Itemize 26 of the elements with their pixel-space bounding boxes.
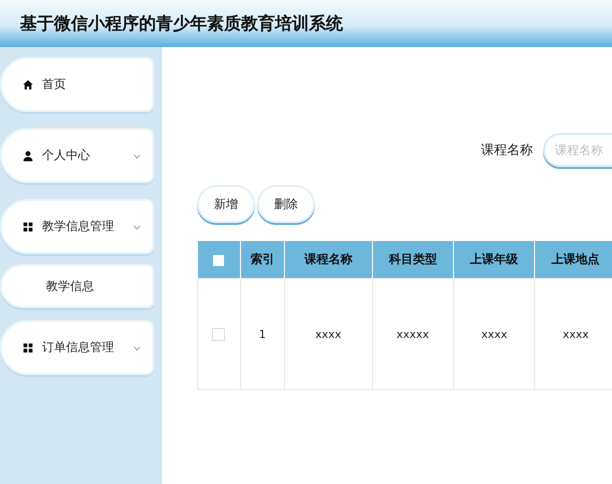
column-header[interactable]: 上课年级 bbox=[454, 241, 535, 278]
grid-icon bbox=[22, 220, 34, 232]
user-icon bbox=[22, 150, 34, 162]
menu-item[interactable]: 首页 bbox=[0, 57, 154, 112]
menu-item[interactable]: 订单信息管理 bbox=[0, 320, 154, 375]
table-cell: xxxx bbox=[454, 278, 535, 390]
table-cell: 1 bbox=[240, 278, 284, 390]
column-header[interactable]: 科目类型 bbox=[372, 241, 454, 278]
menu-item[interactable]: 个人中心 bbox=[0, 128, 154, 183]
search-label: 课程名称 bbox=[481, 142, 533, 159]
table-cell: xxxxx bbox=[372, 278, 454, 390]
column-header[interactable]: 上课地点 bbox=[534, 241, 612, 278]
app-title: 基于微信小程序的青少年素质教育培训系统 bbox=[20, 13, 343, 35]
select-all-checkbox[interactable] bbox=[213, 254, 224, 266]
search-field[interactable]: 课程名称 bbox=[543, 133, 612, 167]
column-header[interactable]: 索引 bbox=[240, 241, 284, 278]
table-cell: xxxx bbox=[284, 278, 372, 390]
home-icon bbox=[22, 78, 34, 90]
action-button[interactable]: 删除 bbox=[257, 185, 315, 223]
column-header[interactable]: 课程名称 bbox=[284, 241, 372, 278]
menu-item[interactable]: 教学信息管理 bbox=[0, 199, 154, 254]
row-checkbox[interactable] bbox=[212, 328, 226, 341]
table-cell: xxxx bbox=[534, 278, 612, 390]
action-button[interactable]: 新增 bbox=[197, 185, 255, 223]
grid-icon bbox=[22, 342, 34, 354]
submenu-item[interactable]: 教学信息 bbox=[0, 264, 154, 308]
